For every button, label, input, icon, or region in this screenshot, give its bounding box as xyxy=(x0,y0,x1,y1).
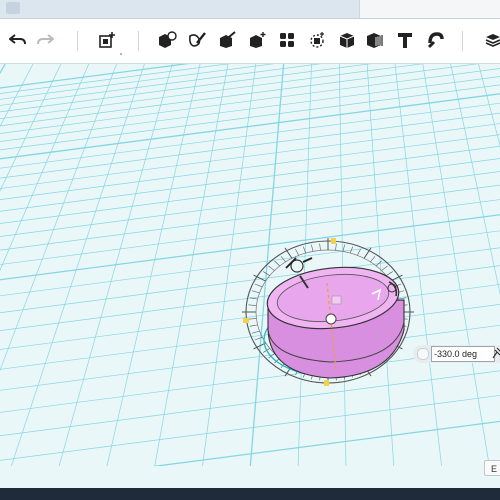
combine-button[interactable] xyxy=(336,29,358,51)
3d-workplane-viewport[interactable] xyxy=(0,64,500,466)
rotation-handle-bottom[interactable] xyxy=(324,380,329,386)
text-t-icon xyxy=(398,33,412,48)
rotation-handle-left[interactable] xyxy=(243,318,249,323)
add-shape-button[interactable] xyxy=(96,29,118,51)
toolbar-separator xyxy=(77,31,78,51)
solid-box-icon xyxy=(339,33,355,48)
primitives-button[interactable] xyxy=(156,29,178,51)
add-box-icon xyxy=(99,32,115,48)
corner-edit-button[interactable]: E xyxy=(484,460,500,476)
paint-button[interactable] xyxy=(216,29,238,51)
pencil-shape-icon xyxy=(189,32,206,47)
material-button[interactable] xyxy=(364,29,386,51)
toolbar-dropdown-dot xyxy=(120,53,122,55)
undo-arrow-icon xyxy=(9,34,26,45)
snap-button[interactable] xyxy=(306,29,328,51)
pin-icon[interactable] xyxy=(491,347,500,359)
pattern-button[interactable] xyxy=(276,29,298,51)
snap-target-icon xyxy=(310,32,324,48)
text-button[interactable] xyxy=(394,29,416,51)
magnet-button[interactable] xyxy=(424,29,446,51)
rotation-angle-input[interactable] xyxy=(431,346,495,362)
striped-box-icon xyxy=(367,33,383,48)
redo-button[interactable] xyxy=(34,29,56,51)
os-taskbar xyxy=(0,488,500,500)
main-toolbar xyxy=(0,19,500,64)
center-marker xyxy=(331,295,342,305)
grid-dots-icon xyxy=(280,33,294,47)
viewport-background xyxy=(0,64,500,466)
toolbar-separator xyxy=(462,31,463,51)
titlebar-controls-area xyxy=(359,0,500,18)
cube-sphere-icon xyxy=(159,31,177,48)
angle-field-grip[interactable] xyxy=(417,348,429,360)
box-sparkle-icon xyxy=(250,32,266,48)
rotation-angle-field xyxy=(413,345,500,363)
toolbar-separator xyxy=(138,31,139,51)
stack-icon xyxy=(485,34,500,47)
layers-button[interactable] xyxy=(482,29,500,51)
undo-button[interactable] xyxy=(7,29,29,51)
redo-arrow-icon xyxy=(37,34,54,45)
brush-box-icon xyxy=(220,31,236,48)
rotation-handle-top[interactable] xyxy=(331,238,336,244)
transform-button[interactable] xyxy=(246,29,268,51)
axis-pivot-handle[interactable] xyxy=(325,313,337,325)
app-icon xyxy=(6,2,20,14)
magnet-icon xyxy=(427,32,444,49)
sketch-button[interactable] xyxy=(186,29,208,51)
window-titlebar xyxy=(0,0,500,19)
